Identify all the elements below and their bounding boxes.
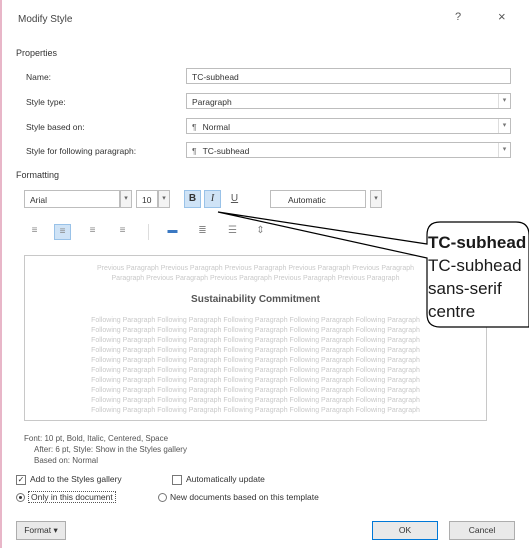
- callout-line: centre: [428, 302, 476, 321]
- callout-line: sans-serif: [428, 279, 502, 298]
- callout-text: TC-subhead TC-subhead sans-serif centre: [428, 231, 528, 323]
- callout-title: TC-subhead: [428, 233, 527, 252]
- callout-line: TC-subhead: [428, 256, 522, 275]
